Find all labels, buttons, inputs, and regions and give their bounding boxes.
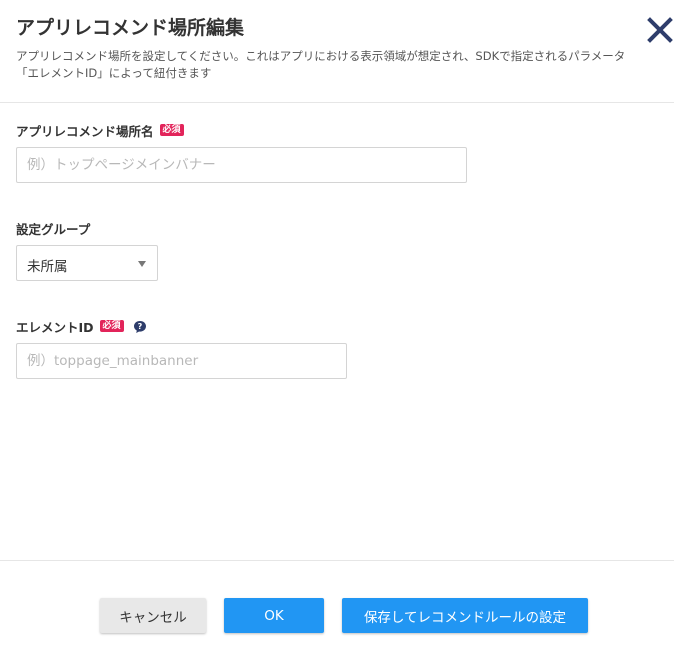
required-badge: 必須 [159,124,184,136]
edit-recommend-place-dialog: アプリレコメンド場所編集 アプリレコメンド場所を設定してください。これはアプリに… [0,0,674,669]
dialog-description-line-2: 「エレメントID」によって紐付きます [16,66,212,80]
cancel-button[interactable]: キャンセル [100,598,206,633]
dialog-description-line-1: アプリレコメンド場所を設定してください。これはアプリにおける表示領域が想定され、… [16,49,626,63]
dialog-description: アプリレコメンド場所を設定してください。これはアプリにおける表示領域が想定され、… [16,48,636,82]
svg-text:?: ? [137,322,142,331]
dialog-header: アプリレコメンド場所編集 アプリレコメンド場所を設定してください。これはアプリに… [0,0,674,103]
element-id-label: エレメントID [16,319,94,335]
place-name-label-row: アプリレコメンド場所名 必須 [16,121,184,139]
element-id-label-row: エレメントID 必須 ? [16,317,147,335]
dialog-title: アプリレコメンド場所編集 [16,17,245,39]
ok-button[interactable]: OK [224,598,324,633]
group-select-value: 未所属 [27,259,68,275]
place-name-label: アプリレコメンド場所名 [16,123,154,139]
required-badge: 必須 [99,320,124,332]
group-select[interactable]: 未所属 [16,245,158,281]
caret-down-icon [138,261,146,267]
place-name-input[interactable] [16,147,467,183]
group-label: 設定グループ [16,221,91,237]
question-circle-icon[interactable]: ? [133,319,147,333]
group-label-row: 設定グループ [16,219,90,237]
close-icon[interactable] [644,14,674,46]
save-and-set-rule-button[interactable]: 保存してレコメンドルールの設定 [342,598,588,633]
element-id-input[interactable] [16,343,347,379]
dialog-footer: キャンセル OK 保存してレコメンドルールの設定 [0,560,674,669]
